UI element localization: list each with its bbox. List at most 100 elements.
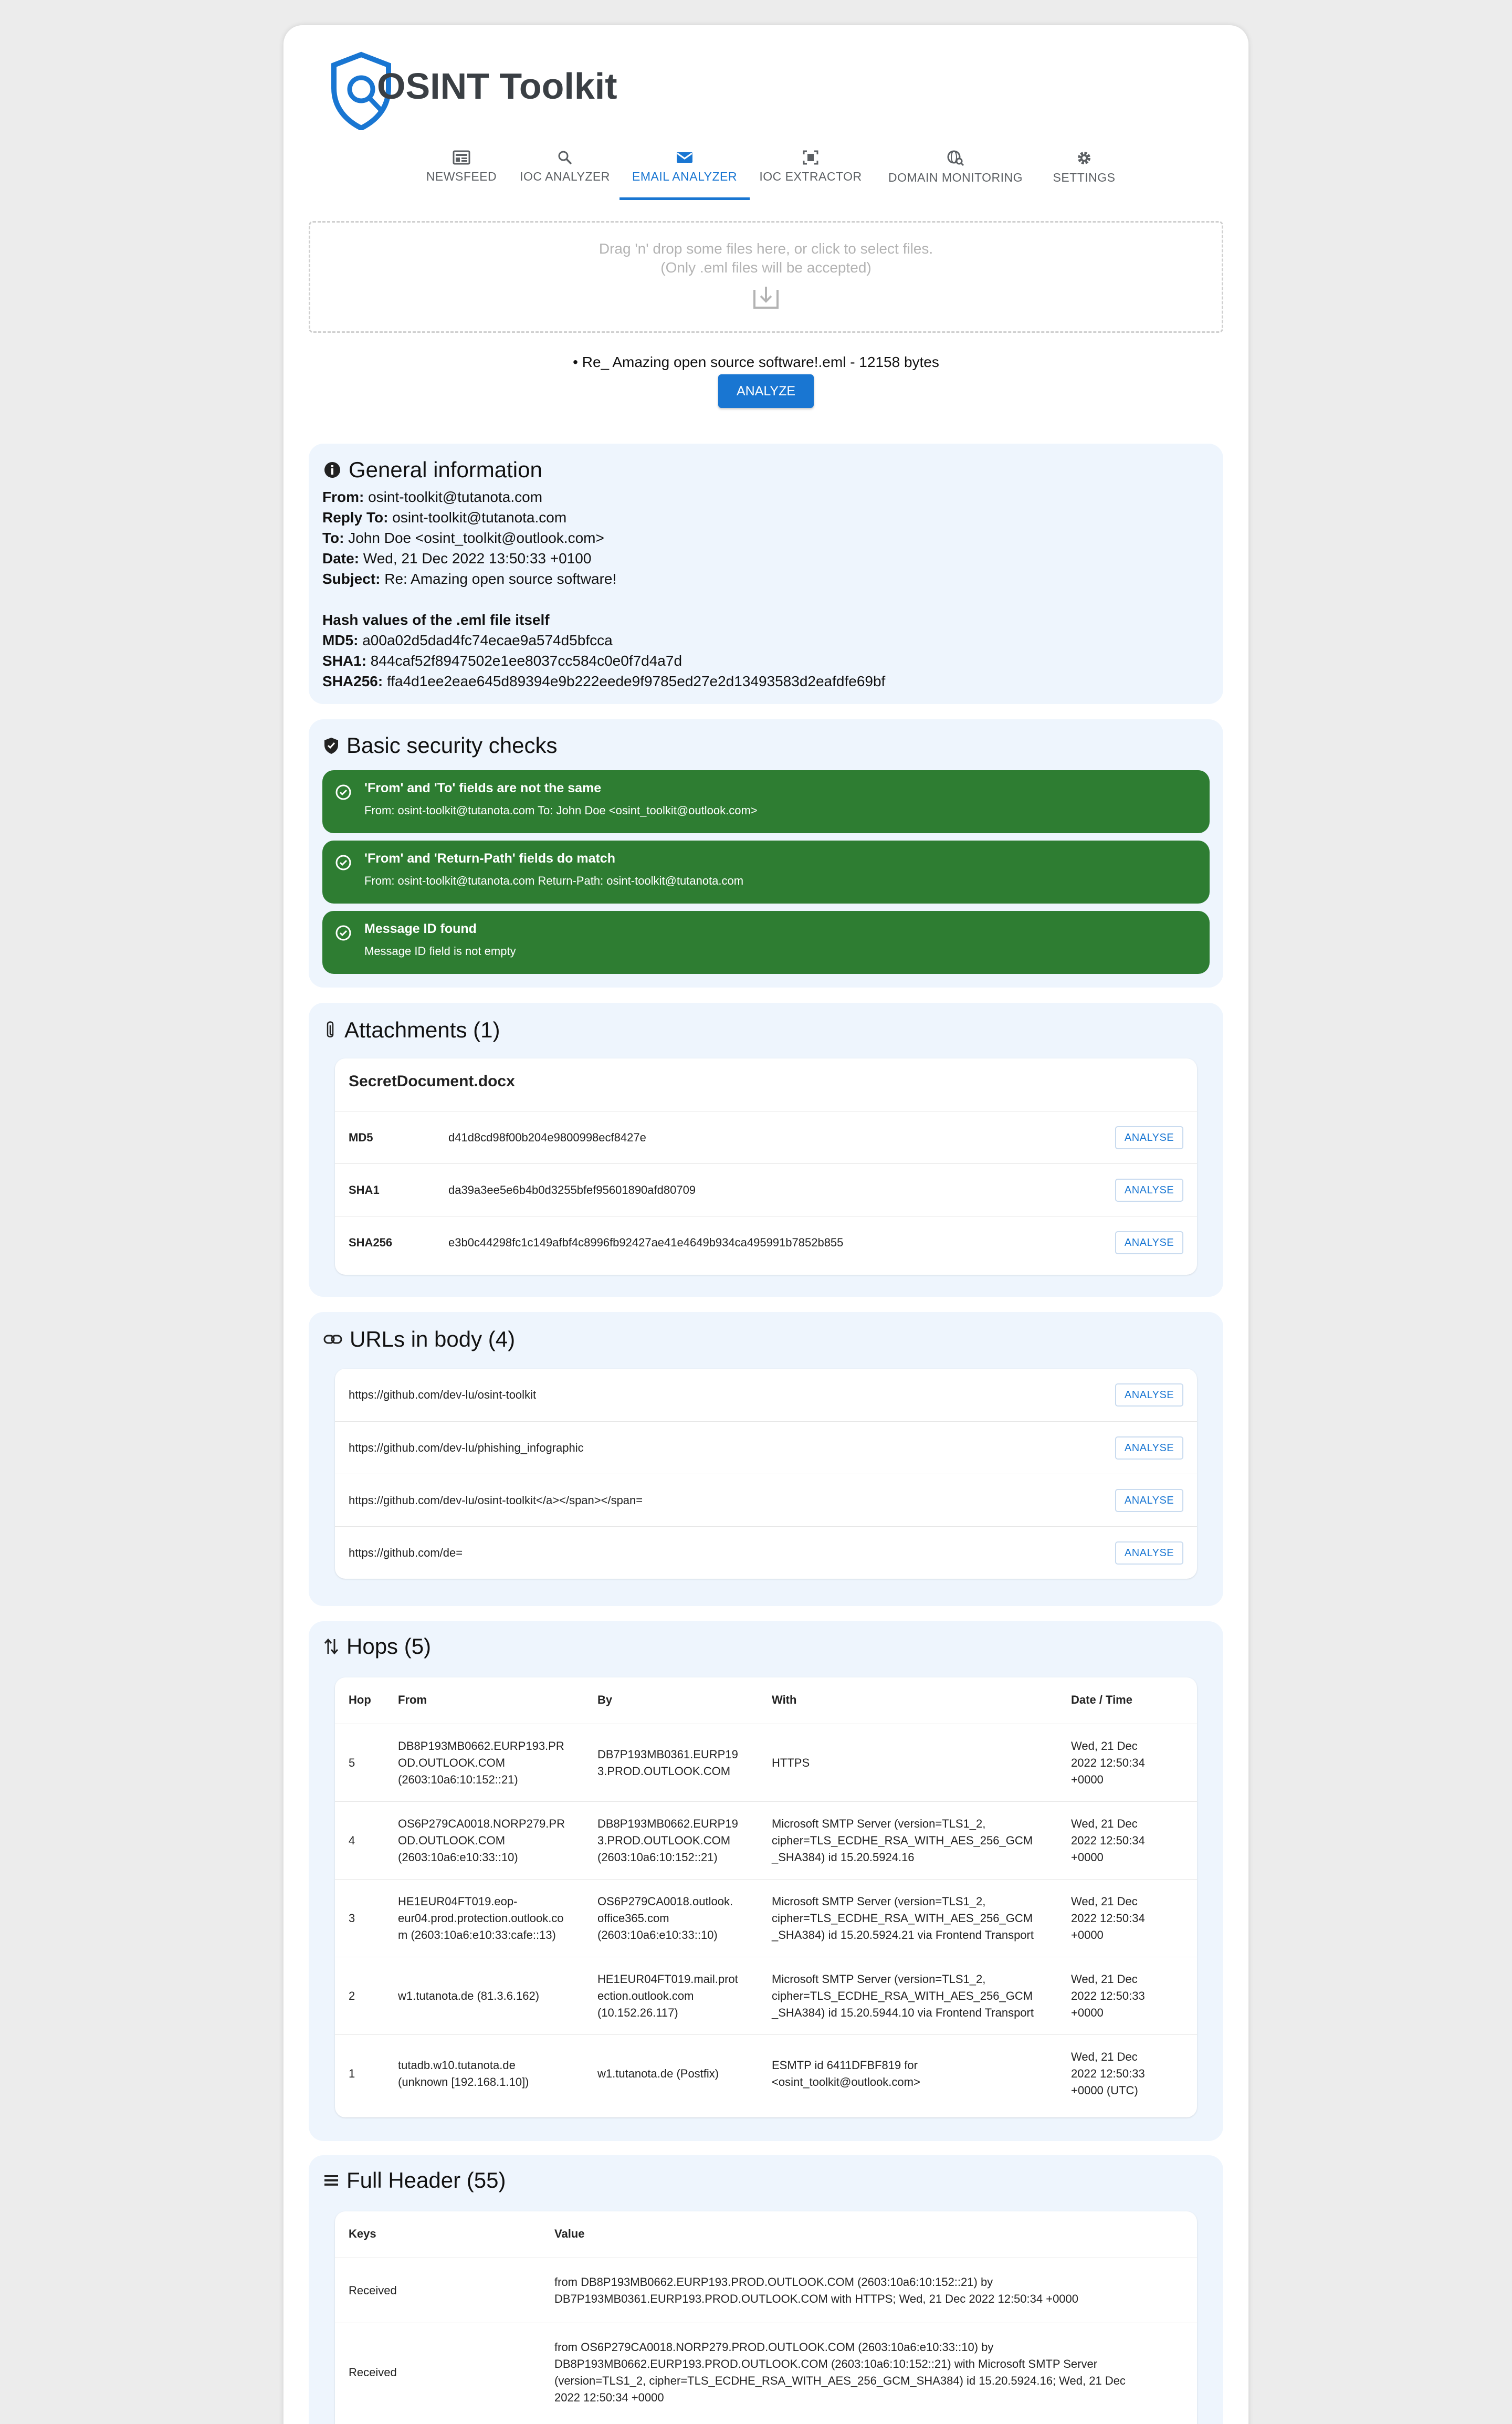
- general-information-section: General information From: osint-toolkit@…: [309, 444, 1223, 704]
- check-title: Message ID found: [364, 921, 477, 936]
- analyse-button[interactable]: ANALYSE: [1115, 1436, 1183, 1460]
- hash-value: da39a3ee5e6b4b0d3255bfef95601890afd80709: [448, 1183, 696, 1197]
- tab-domain-monitoring[interactable]: DOMAIN MONITORING: [877, 150, 1034, 200]
- header-key-line: Received: [349, 2366, 397, 2379]
- hop-date-line: Wed, 21 Dec: [1071, 1972, 1138, 1986]
- hop-date-line: +0000: [1071, 1851, 1104, 1864]
- link-icon: [323, 1335, 342, 1344]
- hop-by: w1.tutanota.de (Postfix): [597, 2065, 719, 2082]
- search-icon: [558, 151, 572, 165]
- hop-with: Microsoft SMTP Server (version=TLS1_2, ci…: [772, 1893, 1034, 1944]
- column-header: Hop: [349, 1693, 371, 1706]
- hop-by: HE1EUR04FT019.mail.prot ection.outlook.co…: [597, 1971, 738, 2021]
- header-value-line: 2022 12:50:34 +0000: [554, 2391, 664, 2404]
- hop-date-line: +0000: [1071, 1928, 1104, 1942]
- attachments-title: Attachments (1): [344, 1017, 500, 1042]
- hop-date-line: 2022 12:50:34: [1071, 1912, 1145, 1925]
- url-text: https://github.com/dev-lu/osint-toolkit: [349, 1388, 537, 1401]
- hop-from-line: tutadb.w10.tutanota.de: [398, 2059, 516, 2072]
- hop-from-line: (2603:10a6:e10:33::10): [398, 1851, 518, 1864]
- analyse-button[interactable]: ANALYSE: [1115, 1179, 1183, 1202]
- tab-label: SETTINGS: [1053, 171, 1116, 184]
- tab-email-analyzer[interactable]: EMAIL ANALYZER: [620, 150, 750, 200]
- check-item: Message ID found Message ID field is not…: [322, 911, 1210, 974]
- download-tray-icon: [753, 287, 779, 309]
- hop-from-line: (2603:10a6:10:152::21): [398, 1773, 518, 1786]
- url-row: https://github.com/dev-lu/phishing_infog…: [335, 1421, 1197, 1474]
- hop-with-line: Microsoft SMTP Server (version=TLS1_2,: [772, 1817, 986, 1830]
- analyse-button[interactable]: ANALYSE: [1115, 1126, 1183, 1149]
- general-info-title: General information: [349, 457, 542, 482]
- hop-from-line: (unknown [192.168.1.10]): [398, 2075, 529, 2089]
- hop-by-line: office365.com: [597, 1912, 669, 1925]
- tab-ioc-analyzer[interactable]: IOC ANALYZER: [512, 150, 617, 200]
- analyse-button[interactable]: ANALYSE: [1115, 1383, 1183, 1407]
- section-title: URLs in body (4): [323, 1327, 515, 1352]
- tab-label: IOC EXTRACTOR: [759, 170, 862, 183]
- hop-number: 1: [349, 2065, 355, 2082]
- hop-date-line: +0000: [1071, 2006, 1104, 2019]
- header-key: Received: [349, 2364, 397, 2381]
- column-header: Value: [554, 2227, 585, 2240]
- file-dropzone[interactable]: Drag 'n' drop some files here, or click …: [309, 221, 1223, 333]
- analyze-button[interactable]: ANALYZE: [718, 374, 814, 408]
- check-circle-icon: [335, 784, 351, 800]
- hop-from: w1.tutanota.de (81.3.6.162): [398, 1988, 539, 2005]
- header-row: Received from OS6P279CA0018.NORP279.PROD.…: [335, 2323, 1197, 2421]
- hop-row: 2 w1.tutanota.de (81.3.6.162) HE1EUR04FT01…: [335, 1957, 1197, 2034]
- uploaded-file-item: • Re_ Amazing open source software!.eml …: [573, 354, 939, 370]
- hop-with-line: <osint_toolkit@outlook.com>: [772, 2075, 920, 2089]
- tab-ioc-extractor[interactable]: IOC EXTRACTOR: [754, 150, 867, 200]
- hop-by: DB7P193MB0361.EURP19 3.PROD.OUTLOOK.COM: [597, 1746, 738, 1780]
- info-icon: [324, 462, 340, 478]
- hop-with-line: Microsoft SMTP Server (version=TLS1_2,: [772, 1895, 986, 1908]
- hop-date-line: +0000 (UTC): [1071, 2084, 1138, 2097]
- hop-with-line: ESMTP id 6411DFBF819 for: [772, 2059, 918, 2072]
- url-text: https://github.com/de=: [349, 1546, 463, 1559]
- domain-search-icon: [947, 150, 964, 166]
- reply-to-field: Reply To: osint-toolkit@tutanota.com: [322, 509, 567, 526]
- mail-icon: [677, 152, 692, 163]
- hop-with: HTTPS: [772, 1755, 810, 1771]
- document-scan-icon: [803, 150, 818, 165]
- hop-number-line: 5: [349, 1756, 355, 1769]
- hop-by-line: 3.PROD.OUTLOOK.COM: [597, 1834, 731, 1847]
- menu-list-icon: [324, 2175, 338, 2186]
- hash-row: SHA256 e3b0c44298fc1c149afbf4c8996fb9242…: [335, 1216, 1197, 1268]
- hop-from: DB8P193MB0662.EURP193.PR OD.OUTLOOK.COM (2…: [398, 1738, 564, 1788]
- hash-title: Hash values of the .eml file itself: [322, 612, 550, 628]
- hash-value: e3b0c44298fc1c149afbf4c8996fb92427ae41e4…: [448, 1236, 844, 1249]
- check-detail: Message ID field is not empty: [364, 945, 516, 958]
- header-value: from OS6P279CA0018.NORP279.PROD.OUTLOOK.…: [554, 2339, 1126, 2406]
- hop-date: Wed, 21 Dec 2022 12:50:33 +0000: [1071, 1971, 1145, 2021]
- check-item: 'From' and 'Return-Path' fields do match…: [322, 841, 1210, 904]
- hop-date-line: Wed, 21 Dec: [1071, 1817, 1138, 1830]
- hop-from: OS6P279CA0018.NORP279.PR OD.OUTLOOK.COM (2…: [398, 1816, 565, 1866]
- check-detail: From: osint-toolkit@tutanota.com Return-…: [364, 874, 744, 887]
- analyse-button[interactable]: ANALYSE: [1115, 1541, 1183, 1565]
- check-detail: From: osint-toolkit@tutanota.com To: Joh…: [364, 804, 758, 817]
- hop-date: Wed, 21 Dec 2022 12:50:34 +0000: [1071, 1816, 1145, 1866]
- hop-with-line: _SHA384) id 15.20.5924.16: [772, 1851, 915, 1864]
- attachments-section: Attachments (1) SecretDocument.docx MD5 …: [309, 1003, 1223, 1297]
- hop-by: OS6P279CA0018.outlook. office365.com (2603…: [597, 1893, 733, 1944]
- main-nav: NEWSFEED IOC ANALYZER EMAIL ANALYZER IOC…: [284, 150, 1248, 200]
- tab-settings[interactable]: SETTINGS: [1045, 150, 1124, 200]
- url-row: https://github.com/de= ANALYSE: [335, 1526, 1197, 1579]
- header-value: from DB8P193MB0662.EURP193.PROD.OUTLOOK.…: [554, 2274, 1078, 2307]
- hop-date: Wed, 21 Dec 2022 12:50:33 +0000 (UTC): [1071, 2049, 1145, 2099]
- tab-newsfeed[interactable]: NEWSFEED: [417, 150, 506, 200]
- analyse-button[interactable]: ANALYSE: [1115, 1231, 1183, 1254]
- to-field: To: John Doe <osint_toolkit@outlook.com>: [322, 530, 604, 546]
- hash-row: SHA1 da39a3ee5e6b4b0d3255bfef95601890afd…: [335, 1163, 1197, 1216]
- hops-title: Hops (5): [346, 1634, 432, 1659]
- hop-row: 4 OS6P279CA0018.NORP279.PR OD.OUTLOOK.COM (…: [335, 1801, 1197, 1879]
- gear-icon: [1078, 152, 1090, 164]
- analyse-button[interactable]: ANALYSE: [1115, 1489, 1183, 1512]
- hop-date-line: 2022 12:50:34: [1071, 1834, 1145, 1847]
- tab-label: NEWSFEED: [426, 170, 497, 183]
- full-header-section: Full Header (55) Keys Value Received from…: [309, 2155, 1223, 2424]
- hop-from-line: m (2603:10a6:e10:33:cafe::13): [398, 1928, 556, 1942]
- hop-by-line: ection.outlook.com: [597, 1989, 694, 2002]
- full-header-table: Keys Value Received from DB8P193MB0662.EU…: [335, 2211, 1197, 2424]
